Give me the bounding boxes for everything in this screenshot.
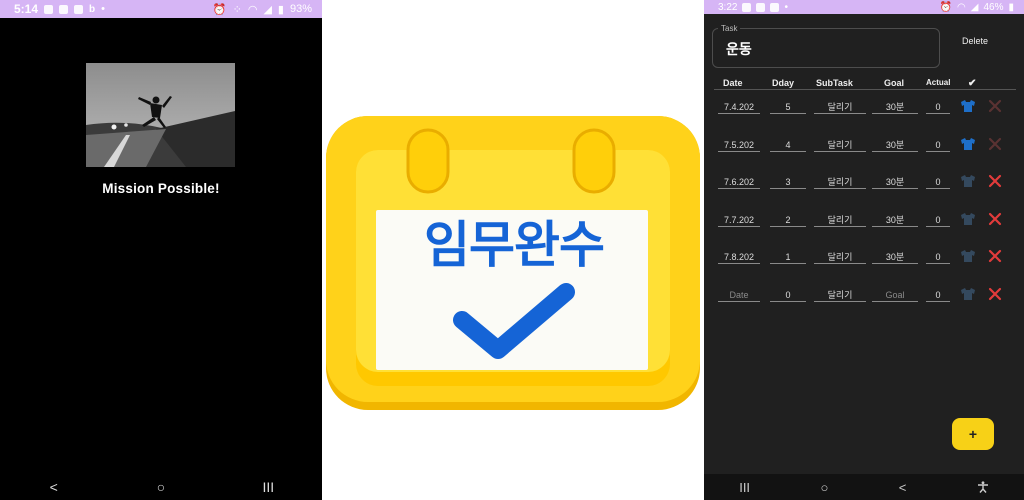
- cell-goal[interactable]: Goal: [872, 289, 918, 302]
- cell-dday[interactable]: 4: [770, 139, 806, 152]
- accessibility-icon[interactable]: [977, 481, 989, 493]
- mark-done-icon[interactable]: [960, 174, 976, 188]
- notification-icon: [74, 4, 84, 14]
- task-detail-screen: 3:22 • ⏰ ◠ ◢ 46% ▮ Task 운동 Delete Date D…: [704, 0, 1024, 500]
- cell-subtask[interactable]: 달리기: [814, 101, 866, 114]
- screenshot-collage: 5:14 b • ⏰ ⁘ ◠ ◢ ▮ 93% Mission Possible!…: [0, 0, 1024, 500]
- cell-subtask[interactable]: 달리기: [814, 251, 866, 264]
- notification-icon: [756, 2, 766, 12]
- app-icon-panel: 임무완수: [322, 0, 704, 500]
- cell-date[interactable]: 7.4.202: [718, 101, 760, 114]
- cell-dday[interactable]: 1: [770, 251, 806, 264]
- nav-home-button[interactable]: ○: [141, 479, 181, 495]
- status-time: 3:22: [718, 1, 738, 13]
- wifi-icon: ◠: [957, 1, 966, 13]
- delete-row-icon[interactable]: [988, 212, 1002, 226]
- cell-goal[interactable]: 30분: [872, 251, 918, 264]
- cell-subtask[interactable]: 달리기: [814, 214, 866, 227]
- signal-icon: ◢: [263, 3, 272, 16]
- app-title: Mission Possible!: [102, 181, 220, 196]
- status-bar: 5:14 b • ⏰ ⁘ ◠ ◢ ▮ 93%: [0, 0, 322, 18]
- status-bar: 3:22 • ⏰ ◠ ◢ 46% ▮: [704, 0, 1024, 14]
- cell-goal[interactable]: 30분: [872, 139, 918, 152]
- alarm-icon: ⏰: [939, 1, 953, 13]
- delete-row-icon[interactable]: [988, 249, 1002, 263]
- wifi-icon: ◠: [247, 3, 258, 16]
- task-value[interactable]: 운동: [726, 39, 752, 59]
- nav-recents-button[interactable]: III: [248, 479, 288, 495]
- notification-icon: [59, 4, 69, 14]
- header-divider: [714, 89, 1016, 90]
- delete-button[interactable]: Delete: [962, 36, 988, 46]
- nav-recents-button[interactable]: III: [739, 480, 750, 495]
- battery-icon: ▮: [277, 3, 284, 16]
- mark-done-icon[interactable]: [960, 137, 976, 151]
- header-subtask: SubTask: [816, 78, 853, 88]
- app-icon-text: 임무완수: [424, 217, 605, 273]
- header-actual: Actual: [926, 78, 951, 87]
- nav-back-button[interactable]: <: [34, 479, 74, 495]
- notification-icon: [770, 2, 780, 12]
- battery-icon: ▮: [1008, 1, 1014, 13]
- cell-actual[interactable]: 0: [926, 139, 950, 152]
- cell-dday[interactable]: 5: [770, 101, 806, 114]
- header-dday: Dday: [772, 78, 795, 88]
- system-nav-bar: < ○ III: [0, 474, 322, 500]
- add-subtask-button[interactable]: +: [952, 418, 994, 450]
- notification-icon: [44, 4, 54, 14]
- mark-done-icon[interactable]: [960, 287, 976, 301]
- cell-date[interactable]: 7.7.202: [718, 214, 760, 227]
- cell-actual[interactable]: 0: [926, 101, 950, 114]
- cell-date[interactable]: 7.5.202: [718, 139, 760, 152]
- status-time: 5:14: [14, 2, 39, 16]
- cell-goal[interactable]: 30분: [872, 176, 918, 189]
- mark-done-icon[interactable]: [960, 212, 976, 226]
- header-goal: Goal: [884, 78, 905, 88]
- cell-dday[interactable]: 3: [770, 176, 806, 189]
- cell-dday[interactable]: 2: [770, 214, 806, 227]
- cell-dday[interactable]: 0: [770, 289, 806, 302]
- cell-subtask[interactable]: 달리기: [814, 139, 866, 152]
- mark-done-icon[interactable]: [960, 249, 976, 263]
- header-done: ✔: [968, 78, 977, 89]
- nav-back-button[interactable]: <: [899, 480, 907, 495]
- dot-icon: •: [101, 3, 105, 15]
- cell-date[interactable]: 7.8.202: [718, 251, 760, 264]
- task-label: Task: [718, 24, 741, 33]
- signal-icon: ◢: [970, 1, 979, 13]
- alarm-icon: ⏰: [212, 3, 227, 16]
- splash-screen: 5:14 b • ⏰ ⁘ ◠ ◢ ▮ 93% Mission Possible!…: [0, 0, 322, 500]
- splash-photo: [86, 63, 235, 167]
- delete-row-icon[interactable]: [988, 99, 1002, 113]
- notification-icon: b: [89, 3, 96, 15]
- cell-goal[interactable]: 30분: [872, 101, 918, 114]
- cell-subtask[interactable]: 달리기: [814, 176, 866, 189]
- nav-home-button[interactable]: ○: [820, 480, 828, 495]
- cell-date[interactable]: Date: [718, 289, 760, 302]
- system-nav-bar: III ○ <: [704, 474, 1024, 500]
- dot-icon: •: [784, 1, 788, 13]
- cell-actual[interactable]: 0: [926, 289, 950, 302]
- notification-icon: [742, 2, 752, 12]
- cell-date[interactable]: 7.6.202: [718, 176, 760, 189]
- delete-row-icon[interactable]: [988, 174, 1002, 188]
- vibrate-icon: ⁘: [232, 3, 242, 16]
- cell-actual[interactable]: 0: [926, 251, 950, 264]
- battery-percent: 93%: [289, 3, 312, 15]
- cell-actual[interactable]: 0: [926, 176, 950, 189]
- cell-subtask[interactable]: 달리기: [814, 289, 866, 302]
- header-date: Date: [723, 78, 743, 88]
- delete-row-icon[interactable]: [988, 287, 1002, 301]
- battery-percent: 46%: [983, 1, 1004, 13]
- delete-row-icon[interactable]: [988, 137, 1002, 151]
- mark-done-icon[interactable]: [960, 99, 976, 113]
- cell-actual[interactable]: 0: [926, 214, 950, 227]
- cell-goal[interactable]: 30분: [872, 214, 918, 227]
